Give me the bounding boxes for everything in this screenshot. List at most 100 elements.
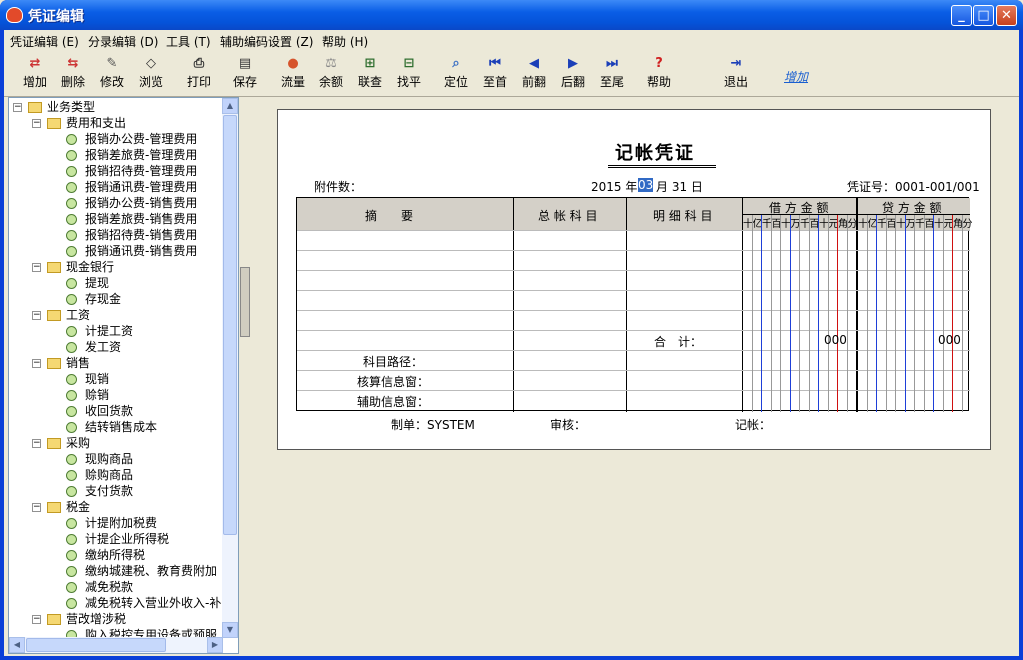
tree-group[interactable]: − 工资 [9,307,223,323]
help-button[interactable]: ? 帮助 [640,52,678,94]
locate-button[interactable]: ⌕ 定位 [437,52,475,94]
tree-node-label: 报销招待费-管理费用 [85,164,198,178]
digit-gridline [895,215,896,412]
next-button[interactable]: ▶ 后翻 [554,52,592,94]
tree-item[interactable]: 现购商品 [9,451,223,467]
detail-cell[interactable] [627,271,741,290]
menu-aux-code[interactable]: 辅助编码设置 (Z) [220,33,313,50]
tree-item[interactable]: 报销通讯费-管理费用 [9,179,223,195]
prev-button[interactable]: ◀ 前翻 [515,52,553,94]
collapse-toggle-icon[interactable]: − [32,119,41,128]
browse-button[interactable]: ◇ 浏览 [132,52,170,94]
collapse-toggle-icon[interactable]: − [32,503,41,512]
account-cell[interactable] [514,271,625,290]
tree-item[interactable]: 减免税转入营业外收入-补 [9,595,223,611]
menu-tools[interactable]: 工具 (T) [166,33,211,50]
summary-cell[interactable] [298,311,512,330]
account-cell[interactable] [514,311,625,330]
tree-item[interactable]: 发工资 [9,339,223,355]
menu-help[interactable]: 帮助 (H) [322,33,368,50]
add-link[interactable]: 增加 [784,68,808,85]
flow-button[interactable]: ● 流量 [274,52,312,94]
tree-group[interactable]: − 费用和支出 [9,115,223,131]
tree-item[interactable]: 计提企业所得税 [9,531,223,547]
tree-item[interactable]: 收回货款 [9,403,223,419]
summary-cell[interactable] [298,231,512,250]
tree-item[interactable]: 报销差旅费-管理费用 [9,147,223,163]
tree-node-label: 报销通讯费-管理费用 [85,180,198,194]
account-cell[interactable] [514,291,625,310]
collapse-toggle-icon[interactable]: − [32,311,41,320]
tree-item[interactable]: 存现金 [9,291,223,307]
tree-item[interactable]: 报销办公费-管理费用 [9,131,223,147]
scroll-left-icon[interactable]: ◀ [9,637,25,653]
menu-entry-edit[interactable]: 分录编辑 (D) [88,33,158,50]
tree-horizontal-scrollbar[interactable]: ◀ ▶ [9,637,223,653]
tree-item[interactable]: 报销通讯费-销售费用 [9,243,223,259]
detail-cell[interactable] [627,231,741,250]
panel-splitter[interactable] [240,267,250,337]
tree-group[interactable]: − 采购 [9,435,223,451]
tree-item[interactable]: 报销招待费-管理费用 [9,163,223,179]
maximize-button[interactable]: □ [973,5,994,26]
summary-cell[interactable] [298,271,512,290]
tree-group[interactable]: − 现金银行 [9,259,223,275]
detail-cell[interactable] [627,311,741,330]
scroll-thumb-horizontal[interactable] [26,638,166,652]
find-balance-button[interactable]: ⊟ 找平 [390,52,428,94]
detail-cell[interactable] [627,251,741,270]
first-button[interactable]: ⏮ 至首 [476,52,514,94]
tree-group[interactable]: − 销售 [9,355,223,371]
tree-item[interactable]: 支付货款 [9,483,223,499]
collapse-toggle-icon[interactable]: − [32,359,41,368]
balance-button[interactable]: ⚖ 余额 [312,52,350,94]
collapse-toggle-icon[interactable]: − [32,615,41,624]
tree-item[interactable]: 报销办公费-销售费用 [9,195,223,211]
print-button[interactable]: ⎙ 打印 [180,52,218,94]
scroll-right-icon[interactable]: ▶ [207,637,223,653]
date-year: 2015 年 [591,180,638,194]
tree-item[interactable]: 计提附加税费 [9,515,223,531]
tree-item[interactable]: 报销招待费-销售费用 [9,227,223,243]
add-button[interactable]: ⇄ 增加 [16,52,54,94]
detail-cell[interactable] [627,291,741,310]
account-cell[interactable] [514,231,625,250]
query-button[interactable]: ⊞ 联查 [351,52,389,94]
tree-item[interactable]: 提现 [9,275,223,291]
tree-item[interactable]: 结转销售成本 [9,419,223,435]
account-cell[interactable] [514,251,625,270]
tree-item[interactable]: 赊购商品 [9,467,223,483]
exit-button[interactable]: ⇥ 退出 [717,52,755,94]
delete-button[interactable]: ⇆ 删除 [54,52,92,94]
summary-cell[interactable] [298,251,512,270]
scroll-up-icon[interactable]: ▲ [222,98,238,114]
date-rest: 月 31 日 [656,180,703,194]
tree-item[interactable]: 赊销 [9,387,223,403]
menu-voucher-edit[interactable]: 凭证编辑 (E) [10,33,79,50]
date-month-field[interactable]: 03 [638,178,654,192]
close-button[interactable]: ✕ [996,5,1017,26]
collapse-toggle-icon[interactable]: − [32,263,41,272]
collapse-toggle-icon[interactable]: − [32,439,41,448]
minimize-button[interactable]: _ [951,5,972,26]
edit-button[interactable]: ✎ 修改 [93,52,131,94]
tree-node-label: 销售 [66,356,91,370]
leaf-icon [66,214,77,225]
tree-item[interactable]: 减免税款 [9,579,223,595]
leaf-icon [66,182,77,193]
tree-vertical-scrollbar[interactable]: ▲ ▼ [222,98,238,638]
tree-item[interactable]: 计提工资 [9,323,223,339]
tree-group[interactable]: − 营改增涉税 [9,611,223,627]
scroll-thumb[interactable] [223,115,237,535]
tree-item[interactable]: 缴纳城建税、教育费附加 [9,563,223,579]
summary-cell[interactable] [298,291,512,310]
tree-item[interactable]: 缴纳所得税 [9,547,223,563]
scroll-down-icon[interactable]: ▼ [222,622,238,638]
tree-root[interactable]: − 业务类型 [9,99,223,115]
tree-group[interactable]: − 税金 [9,499,223,515]
collapse-toggle-icon[interactable]: − [13,103,22,112]
tree-item[interactable]: 现销 [9,371,223,387]
tree-item[interactable]: 报销差旅费-销售费用 [9,211,223,227]
save-button[interactable]: ▤ 保存 [226,52,264,94]
last-button[interactable]: ⏭ 至尾 [593,52,631,94]
